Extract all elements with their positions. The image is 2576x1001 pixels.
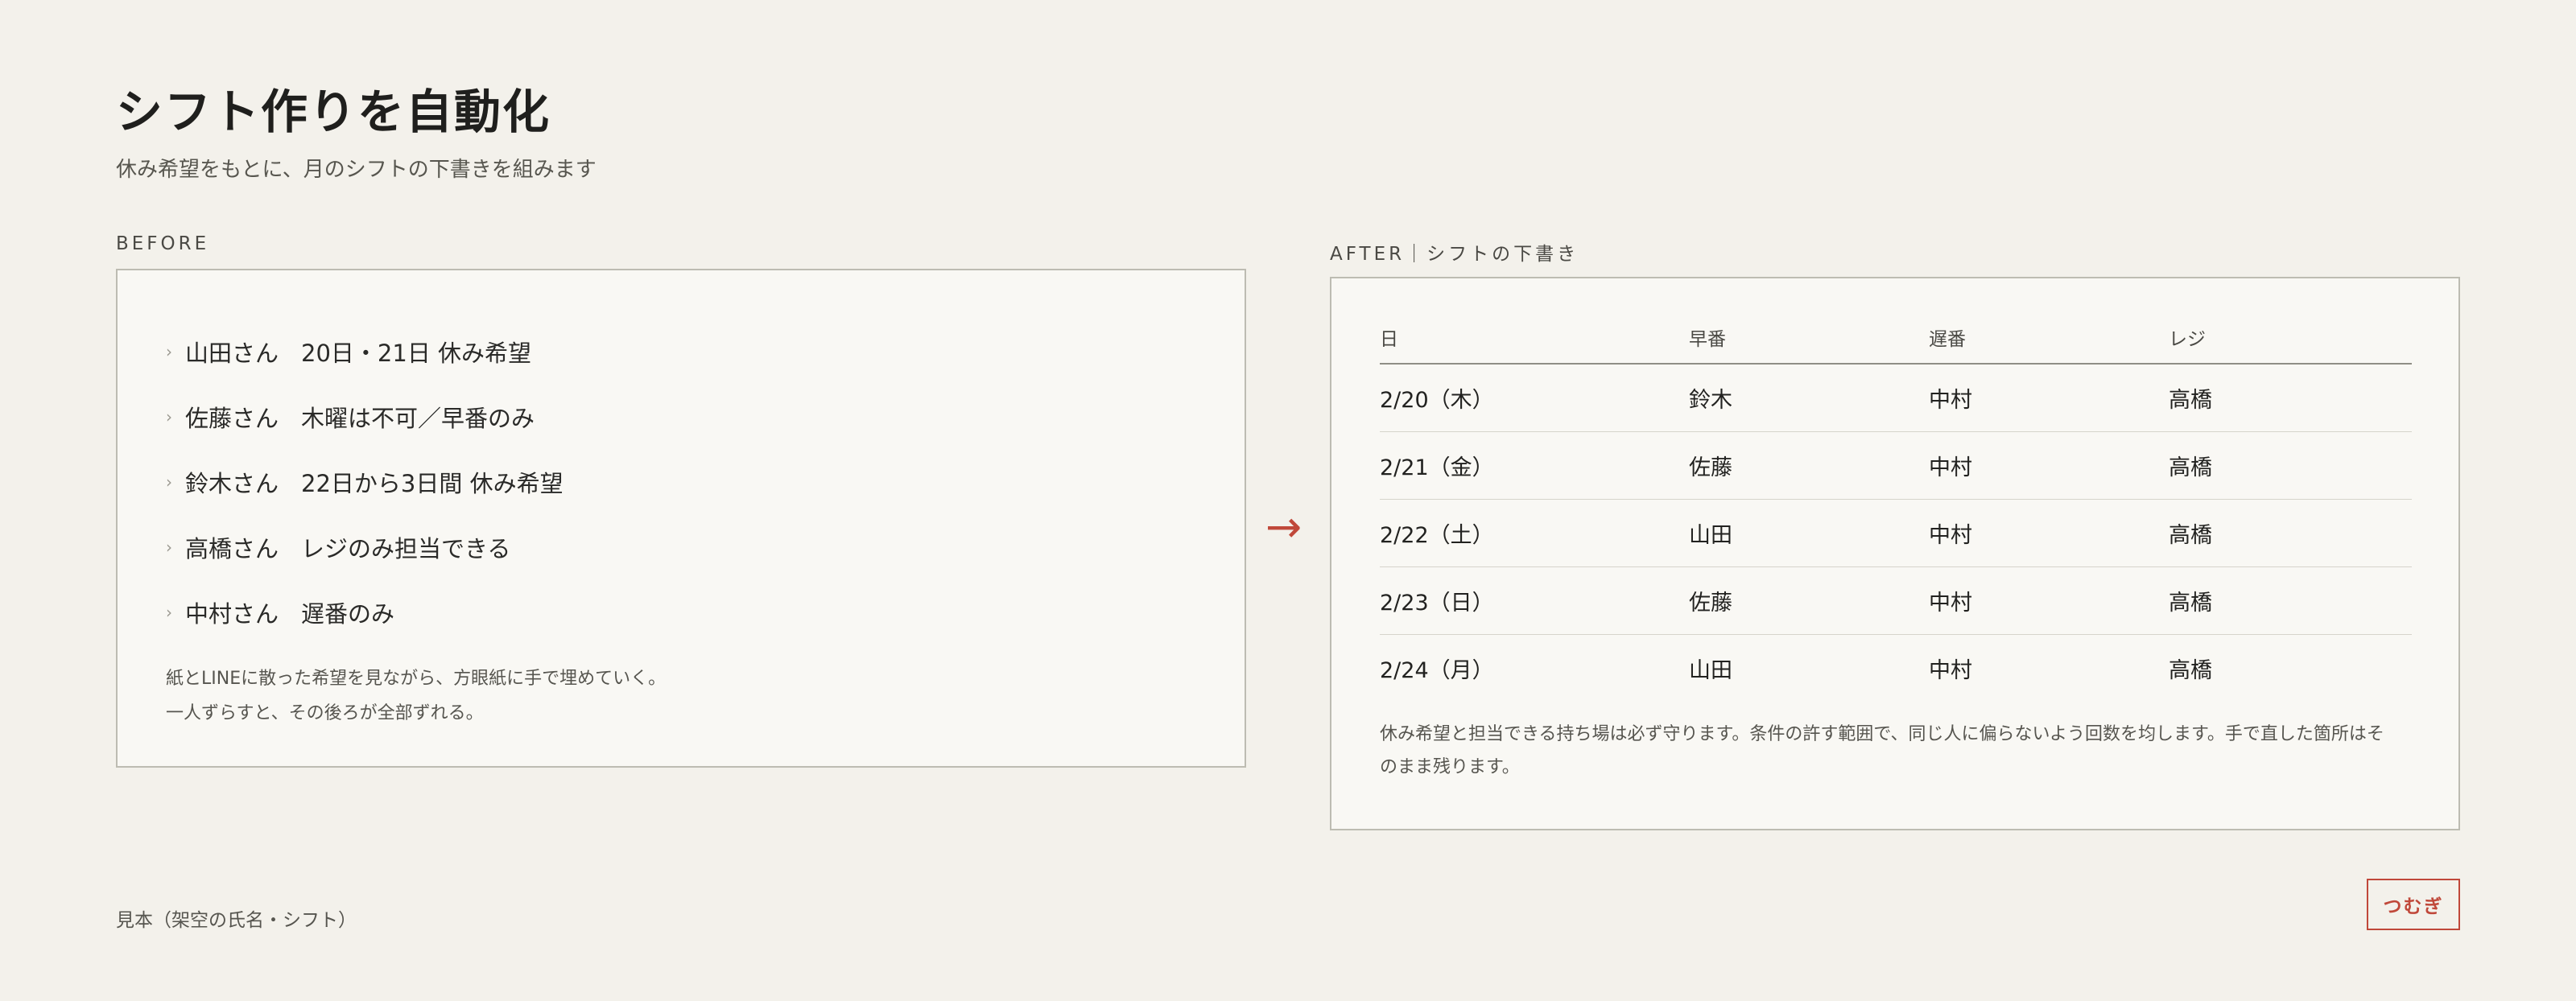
- column-header-day: 日: [1380, 311, 1689, 365]
- shift-table: 日 早番 遅番 レジ 2/20（木） 鈴木 中村 高橋 2/21（金） 佐藤 中…: [1380, 311, 2412, 702]
- cell-day: 2/23（日）: [1380, 566, 1689, 635]
- cell-early: 山田: [1689, 499, 1929, 567]
- cell-late: 中村: [1929, 566, 2169, 635]
- table-row: 2/20（木） 鈴木 中村 高橋: [1380, 364, 2412, 432]
- request-text: 木曜は不可／早番のみ: [301, 404, 535, 432]
- cell-early: 山田: [1689, 657, 1732, 683]
- request-item: › 中村さん 遅番のみ: [166, 579, 564, 645]
- chevron-right-icon: ›: [166, 341, 172, 361]
- cell-register: 高橋: [2169, 657, 2212, 683]
- table-header-row: 日 早番 遅番 レジ: [1380, 311, 2412, 365]
- request-item: › 鈴木さん 22日から3日間 休み希望: [166, 449, 564, 514]
- page-subtitle: 休み希望をもとに、月のシフトの下書きを組みます: [116, 158, 597, 182]
- after-note: 休み希望と担当できる持ち場は必ず守ります。条件の許す範囲で、同じ人に偏らないよう…: [1380, 724, 2384, 777]
- cell-register: 高橋: [2169, 431, 2412, 500]
- cell-day: 2/22（土）: [1380, 499, 1689, 567]
- table-row: 2/23（日） 佐藤 中村 高橋: [1380, 566, 2412, 635]
- chevron-right-icon: ›: [166, 602, 172, 622]
- cell-register: 高橋: [2169, 364, 2412, 432]
- request-name: 山田さん: [185, 339, 279, 367]
- request-text: レジのみ担当できる: [301, 534, 511, 562]
- request-item: › 高橋さん レジのみ担当できる: [166, 514, 564, 579]
- request-name: 高橋さん: [185, 534, 279, 562]
- chevron-right-icon: ›: [166, 406, 172, 426]
- column-header-early: 早番: [1689, 311, 1929, 365]
- request-item: › 山田さん 20日・21日 休み希望: [166, 319, 564, 384]
- request-name: 中村さん: [185, 599, 279, 628]
- after-label: AFTER｜シフトの下書き: [1330, 244, 1579, 265]
- cell-register: 高橋: [2169, 499, 2412, 567]
- chevron-right-icon: ›: [166, 472, 172, 492]
- column-header-register: レジ: [2169, 311, 2412, 365]
- request-item: › 佐藤さん 木曜は不可／早番のみ: [166, 384, 564, 449]
- request-name: 鈴木さん: [185, 469, 279, 497]
- before-note: 紙とLINEに散った希望を見ながら、方眼紙に手で埋めていく。 一人ずらすと、その…: [166, 661, 666, 731]
- cell-late: 中村: [1929, 499, 2169, 567]
- cell-late: 中村: [1929, 431, 2169, 500]
- request-name: 佐藤さん: [185, 404, 279, 432]
- table-row: 2/22（土） 山田 中村 高橋: [1380, 499, 2412, 567]
- footer-note: 見本（架空の氏名・シフト）: [116, 910, 357, 931]
- after-panel: 日 早番 遅番 レジ 2/20（木） 鈴木 中村 高橋 2/21（金） 佐藤 中…: [1330, 277, 2460, 830]
- brand-logo-button[interactable]: つむぎ: [2367, 879, 2460, 930]
- before-note-line: 紙とLINEに散った希望を見ながら、方眼紙に手で埋めていく。: [166, 669, 667, 689]
- before-label: BEFORE: [116, 233, 210, 254]
- request-text: 遅番のみ: [301, 599, 395, 628]
- arrow-right-icon: →: [1265, 501, 1302, 552]
- cell-day: 2/24（月）: [1380, 657, 1494, 683]
- cell-early: 鈴木: [1689, 364, 1929, 432]
- cell-late: 中村: [1929, 657, 1972, 683]
- table-row: 2/24（月） 山田 中村 高橋: [1380, 634, 2412, 702]
- before-note-line: 一人ずらすと、その後ろが全部ずれる。: [166, 703, 484, 723]
- request-text: 20日・21日 休み希望: [301, 339, 532, 367]
- column-header-late: 遅番: [1929, 311, 2169, 365]
- request-list: › 山田さん 20日・21日 休み希望 › 佐藤さん 木曜は不可／早番のみ › …: [166, 319, 564, 645]
- page-title: シフト作りを自動化: [116, 84, 551, 139]
- cell-early: 佐藤: [1689, 431, 1929, 500]
- cell-late: 中村: [1929, 364, 2169, 432]
- table-row: 2/21（金） 佐藤 中村 高橋: [1380, 431, 2412, 500]
- request-text: 22日から3日間 休み希望: [301, 469, 564, 497]
- cell-register: 高橋: [2169, 566, 2412, 635]
- chevron-right-icon: ›: [166, 537, 172, 557]
- before-panel: › 山田さん 20日・21日 休み希望 › 佐藤さん 木曜は不可／早番のみ › …: [116, 269, 1246, 768]
- cell-day: 2/20（木）: [1380, 364, 1689, 432]
- cell-day: 2/21（金）: [1380, 431, 1689, 500]
- cell-early: 佐藤: [1689, 566, 1929, 635]
